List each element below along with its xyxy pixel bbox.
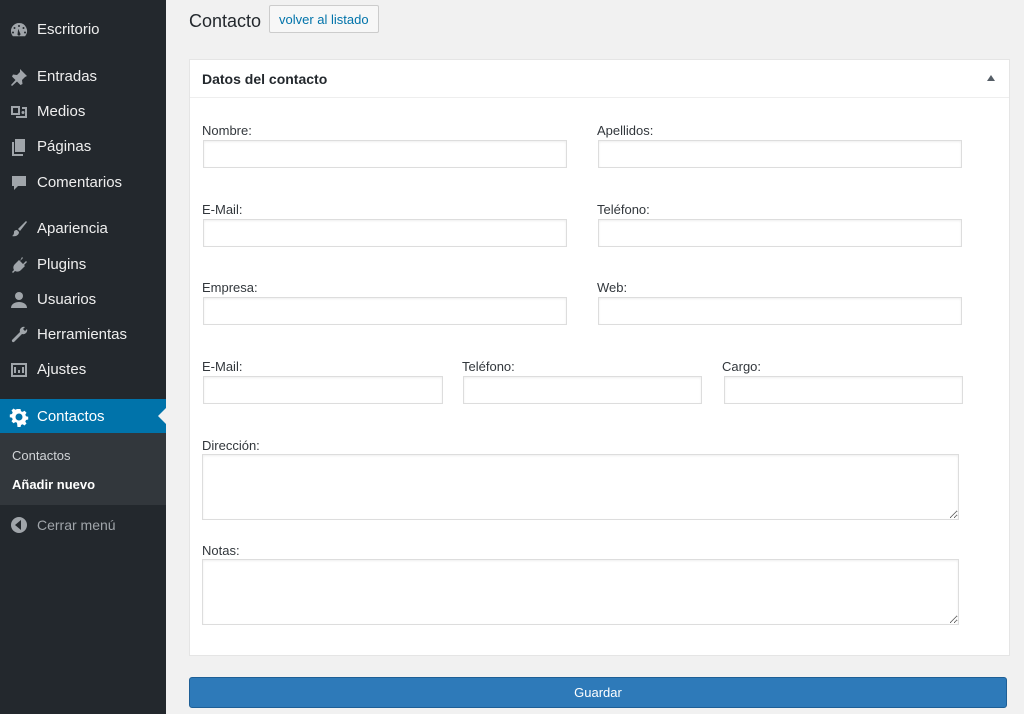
- collapse-label: Cerrar menú: [37, 516, 116, 533]
- menu-item-herramientas[interactable]: Herramientas: [0, 317, 166, 352]
- empresa-label: Empresa:: [202, 280, 258, 295]
- notas-label: Notas:: [202, 543, 240, 558]
- empresa-telefono-label: Teléfono:: [462, 359, 515, 374]
- empresa-input[interactable]: [203, 297, 567, 325]
- apellidos-input[interactable]: [598, 140, 962, 168]
- back-to-list-button[interactable]: volver al listado: [269, 5, 379, 33]
- pages-icon: [0, 137, 37, 157]
- menu-label: Contactos: [37, 408, 105, 425]
- telefono-label: Teléfono:: [597, 202, 650, 217]
- web-label: Web:: [597, 280, 628, 295]
- web-input[interactable]: [598, 297, 962, 325]
- gear-icon: [0, 407, 37, 427]
- menu-label: Apariencia: [37, 220, 108, 237]
- apellidos-label: Apellidos:: [597, 123, 654, 138]
- menu-item-contactos[interactable]: Contactos: [0, 399, 166, 434]
- empresa-telefono-input[interactable]: [463, 376, 702, 404]
- cargo-label: Cargo:: [722, 359, 762, 374]
- menu-item-ajustes[interactable]: Ajustes: [0, 352, 166, 387]
- menu-label: Usuarios: [37, 291, 97, 308]
- submenu-item-contactos[interactable]: Contactos: [12, 448, 71, 463]
- menu-label: Herramientas: [37, 326, 128, 343]
- user-icon: [0, 290, 37, 310]
- nombre-label: Nombre:: [202, 123, 252, 138]
- pin-icon: [0, 67, 37, 87]
- menu-item-medios[interactable]: Medios: [0, 94, 166, 129]
- menu-label: Medios: [37, 103, 86, 120]
- wrench-icon: [0, 325, 37, 345]
- menu-item-usuarios[interactable]: Usuarios: [0, 282, 166, 317]
- brush-icon: [0, 219, 37, 239]
- email-label: E-Mail:: [202, 202, 243, 217]
- settings-icon: [0, 360, 37, 380]
- menu-label: Comentarios: [37, 174, 123, 191]
- menu-item-apariencia[interactable]: Apariencia: [0, 211, 166, 246]
- box-header[interactable]: Datos del contacto: [190, 60, 1009, 98]
- direccion-label: Dirección:: [202, 438, 260, 453]
- contact-details-box: Datos del contacto Nombre: Apellidos: E-…: [189, 59, 1010, 656]
- media-icon: [0, 102, 37, 122]
- menu-item-entradas[interactable]: Entradas: [0, 59, 166, 94]
- collapse-menu-button[interactable]: Cerrar menú: [0, 507, 166, 542]
- active-indicator: [158, 408, 166, 424]
- empresa-email-label: E-Mail:: [202, 359, 243, 374]
- menu-item-comentarios[interactable]: Comentarios: [0, 165, 166, 200]
- direccion-textarea[interactable]: [202, 454, 959, 520]
- page-title: Contacto: [189, 11, 262, 31]
- menu-item-paginas[interactable]: Páginas: [0, 129, 166, 164]
- comment-icon: [0, 173, 37, 193]
- collapse-icon: [0, 515, 37, 535]
- dashboard-icon: [0, 20, 37, 40]
- nombre-input[interactable]: [203, 140, 567, 168]
- menu-item-escritorio[interactable]: Escritorio: [0, 12, 166, 47]
- admin-sidebar: Escritorio Entradas Medios Páginas Comen…: [0, 0, 166, 714]
- email-input[interactable]: [203, 219, 567, 247]
- submenu: Contactos Añadir nuevo: [0, 433, 166, 505]
- telefono-input[interactable]: [598, 219, 962, 247]
- menu-label: Plugins: [37, 256, 87, 273]
- empresa-email-input[interactable]: [203, 376, 443, 404]
- notas-textarea[interactable]: [202, 559, 959, 625]
- menu-label: Entradas: [37, 68, 98, 85]
- menu-item-plugins[interactable]: Plugins: [0, 247, 166, 282]
- menu-label: Páginas: [37, 138, 92, 155]
- save-button[interactable]: Guardar: [189, 677, 1007, 708]
- plugin-icon: [0, 255, 37, 275]
- menu-label: Ajustes: [37, 361, 87, 378]
- box-title: Datos del contacto: [202, 70, 328, 87]
- cargo-input[interactable]: [724, 376, 963, 404]
- menu-label: Escritorio: [37, 21, 100, 38]
- collapse-toggle-icon[interactable]: [987, 75, 995, 81]
- submenu-item-anadir-nuevo[interactable]: Añadir nuevo: [12, 477, 95, 492]
